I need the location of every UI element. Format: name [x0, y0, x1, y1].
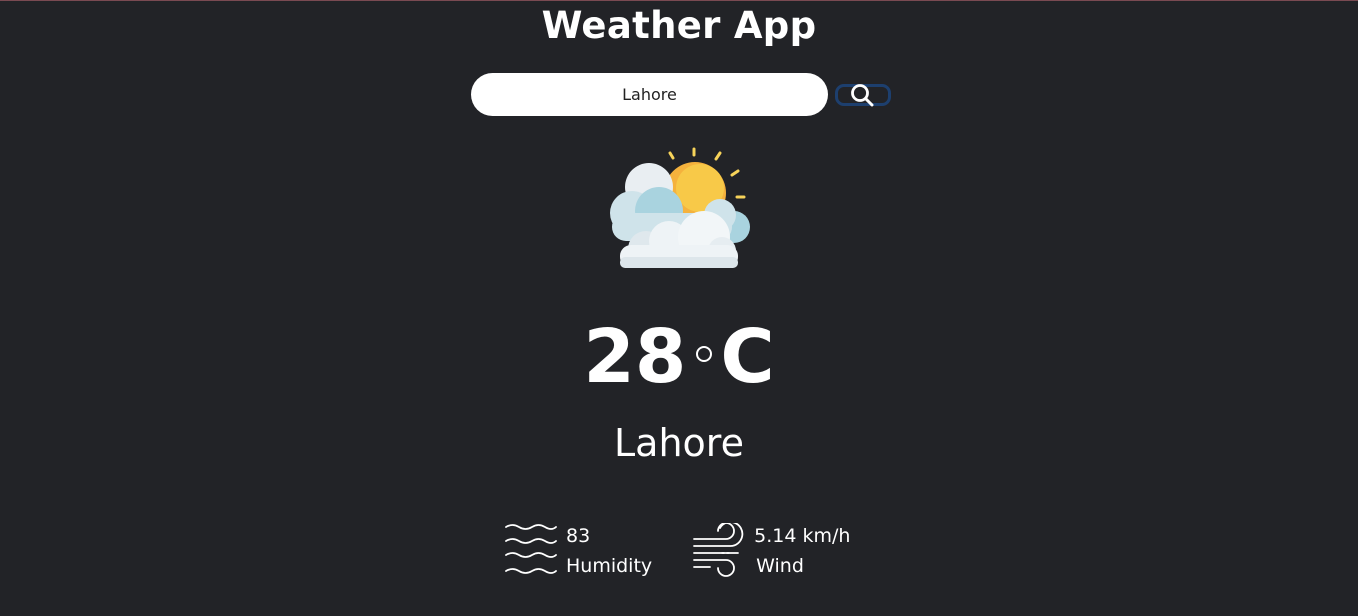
weather-app-page: Weather App Lahore 28 C Lahore 83 Humidi…: [0, 0, 1358, 616]
humidity-block: 83 Humidity: [504, 521, 652, 581]
temperature-display: 28 C: [0, 314, 1358, 400]
wind-text: 5.14 km/h Wind: [754, 521, 850, 581]
search-button[interactable]: [835, 83, 891, 107]
partly-cloudy-icon: [604, 141, 754, 271]
search-bar: [471, 73, 891, 116]
temperature-value: 28: [583, 314, 687, 400]
city-name: Lahore: [614, 421, 744, 465]
degree-icon: [696, 346, 713, 362]
wind-label: Wind: [756, 555, 804, 577]
app-title: Weather App: [541, 4, 817, 47]
wind-value: 5.14 km/h: [754, 525, 851, 547]
temperature-unit: C: [720, 314, 775, 400]
search-icon: [850, 83, 876, 107]
humidity-label: Humidity: [566, 555, 653, 577]
wind-block: 5.14 km/h Wind: [692, 521, 850, 581]
wind-icon: [692, 523, 746, 579]
weather-details: 83 Humidity 5.14 km/h Wind: [504, 521, 850, 581]
humidity-value: 83: [566, 525, 591, 547]
humidity-text: 83 Humidity: [566, 521, 652, 581]
humidity-waves-icon: [504, 523, 558, 579]
city-search-input[interactable]: [471, 73, 828, 116]
